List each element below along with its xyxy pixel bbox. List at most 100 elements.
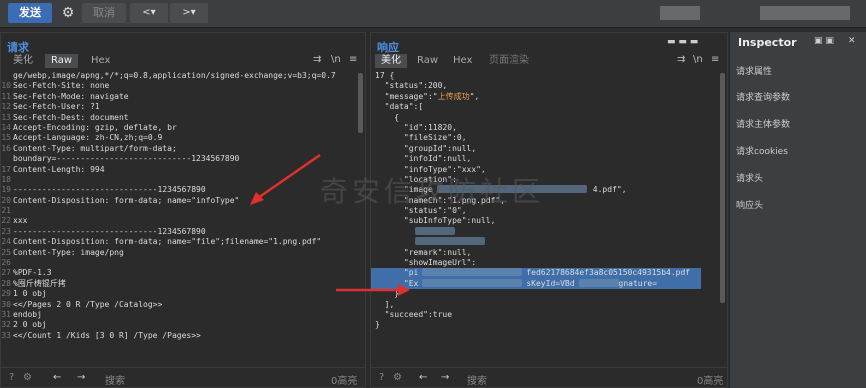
tab-hex[interactable]: Hex (447, 54, 478, 68)
line-text: boundary=----------------------------123… (13, 154, 240, 164)
code-line: 25 Content-Type: image/png (1, 248, 357, 258)
code-line: 31 endobj (1, 310, 357, 320)
code-line: 33 <</Count 1 /Kids [3 0 R] /Type /Pages>… (1, 331, 357, 341)
code-line: 26 (1, 258, 357, 268)
line-text: Sec-Fetch-User: ?1 (13, 102, 100, 112)
line-text: ------------------------------1234567890 (13, 185, 206, 195)
code-line: 27 %PDF-1.3 (1, 268, 357, 278)
code-line (371, 226, 719, 237)
line-number: 30 (1, 299, 11, 309)
line-text: "pi (375, 268, 419, 278)
line-text: ------------------------------1234567890 (13, 226, 206, 236)
code-line: "message":"上传成功", (371, 92, 719, 102)
code-line: "status":200, (371, 81, 719, 91)
inspector-item[interactable]: 请求属性 (736, 64, 772, 77)
code-line: 24 Content-Disposition: form-data; name="… (1, 237, 357, 247)
line-text: "showImageUrl": (375, 258, 477, 268)
line-text: ge/webp,image/apng,*/*;q=0.8,application… (13, 71, 336, 80)
layout-icon[interactable]: ▬ ▬ ▬ (667, 37, 698, 47)
line-number: 28 (1, 278, 11, 288)
next-icon[interactable]: → (77, 372, 85, 383)
code-line: 30 <</Pages 2 0 R /Type /Catalog>> (1, 300, 357, 310)
line-text: <</Count 1 /Kids [3 0 R] /Type /Pages>> (13, 330, 201, 340)
search-input[interactable]: 搜索 (467, 372, 487, 387)
line-text: "remark":null, (375, 247, 472, 257)
response-pane: 响应 ▬ ▬ ▬ 美化 Raw Hex 页面渲染 ⇉ \n ≡ 17 { "st… (370, 32, 728, 388)
response-editor[interactable]: 17 { "status":200, "message":"上传成功", "da… (371, 71, 719, 365)
line-text: gnature= (618, 278, 658, 288)
line-number: 26 (1, 258, 11, 268)
code-line: "id":11820, (371, 123, 719, 133)
help-icon[interactable]: ? (379, 372, 384, 383)
code-line: "Ex sKeyId=VBd gnature= (371, 278, 701, 290)
inspector-item[interactable]: 请求查询参数 (736, 90, 790, 103)
wrap-icon[interactable]: ⇉ (313, 54, 321, 65)
next-icon[interactable]: → (441, 372, 449, 383)
code-line: "remark":null, (371, 248, 719, 258)
layout-icon[interactable]: ▣ ▣ (814, 36, 834, 46)
line-number: 25 (1, 247, 11, 257)
scrollbar[interactable] (720, 73, 725, 303)
newline-icon[interactable]: \n (693, 54, 703, 65)
line-text: %囤斤梼锟斤拷 (13, 278, 66, 288)
scrollbar[interactable] (358, 73, 363, 133)
prev-icon[interactable]: ← (53, 372, 61, 383)
code-line: 22 xxx (1, 216, 357, 226)
wrap-icon[interactable]: ⇉ (677, 54, 685, 65)
blurred-region (422, 268, 523, 277)
gear-icon[interactable]: ⚙ (58, 3, 78, 23)
inspector-item[interactable]: 请求头 (736, 171, 763, 184)
settings-icon[interactable]: ⚙ (393, 372, 402, 383)
code-line: 32 2 0 obj (1, 320, 357, 330)
line-number: 15 (1, 133, 11, 143)
prev-icon[interactable]: ← (419, 372, 427, 383)
inspector-item[interactable]: 请求主体参数 (736, 117, 790, 130)
menu-icon[interactable]: ≡ (349, 54, 357, 65)
line-text: xxx (13, 216, 28, 226)
line-text: "infoId":null, (375, 154, 472, 164)
inspector-item[interactable]: 请求cookies (736, 144, 788, 157)
line-number: 24 (1, 237, 11, 247)
line-text: } (375, 320, 380, 330)
inspector-item[interactable]: 响应头 (736, 198, 763, 211)
forward-button[interactable]: >▾ (170, 3, 208, 23)
help-icon[interactable]: ? (9, 372, 14, 383)
newline-icon[interactable]: \n (331, 54, 341, 65)
settings-icon[interactable]: ⚙ (23, 372, 32, 383)
tab-hex[interactable]: Hex (85, 54, 116, 68)
code-line: "succeed":true (371, 310, 719, 320)
code-line: 23 ------------------------------12345678… (1, 227, 357, 237)
code-line: 29 1 0 obj (1, 289, 357, 299)
code-line: 11 Sec-Fetch-Mode: navigate (1, 92, 357, 102)
inspector-panel: Inspector ▣ ▣ ✕ 请求属性 请求查询参数 请求主体参数 请求coo… (730, 32, 866, 388)
code-line: "groupId":null, (371, 144, 719, 154)
line-text: Content-Type: multipart/form-data; (13, 143, 177, 153)
menu-icon[interactable]: ≡ (711, 54, 719, 65)
request-editor[interactable]: ge/webp,image/apng,*/*;q=0.8,application… (1, 71, 357, 365)
red-arrow-icon (336, 284, 410, 296)
code-line: { (371, 113, 719, 123)
tab-raw[interactable]: Raw (45, 54, 79, 68)
blurred-region (415, 237, 485, 246)
line-text: ], (375, 299, 395, 309)
toolbar: 发送 ⚙ 取消 <▾ >▾ (0, 0, 866, 28)
search-input[interactable]: 搜索 (105, 372, 125, 387)
line-number: 18 (1, 174, 11, 184)
tab-pretty[interactable]: 美化 (7, 54, 39, 68)
watermark: 奇安信攻防社区 (320, 175, 545, 208)
line-text: Accept-Language: zh-CN,zh;q=0.9 (13, 133, 163, 143)
line-number: 29 (1, 289, 11, 299)
line-text: { (375, 112, 400, 122)
send-button[interactable]: 发送 (8, 3, 52, 23)
tab-pretty[interactable]: 美化 (375, 54, 407, 68)
blurred-region (415, 226, 455, 235)
line-text: "data":[ (375, 102, 424, 112)
code-line: "pi fed62178684ef3a8c05150c49315b4.pdf (371, 268, 701, 279)
line-text: Content-Type: image/png (13, 247, 124, 257)
back-button[interactable]: <▾ (130, 3, 168, 23)
code-line: 13 Sec-Fetch-Dest: document (1, 113, 357, 123)
tab-render[interactable]: 页面渲染 (483, 54, 535, 68)
close-icon[interactable]: ✕ (848, 36, 856, 46)
cancel-button[interactable]: 取消 (82, 3, 126, 23)
tab-raw[interactable]: Raw (411, 54, 444, 68)
